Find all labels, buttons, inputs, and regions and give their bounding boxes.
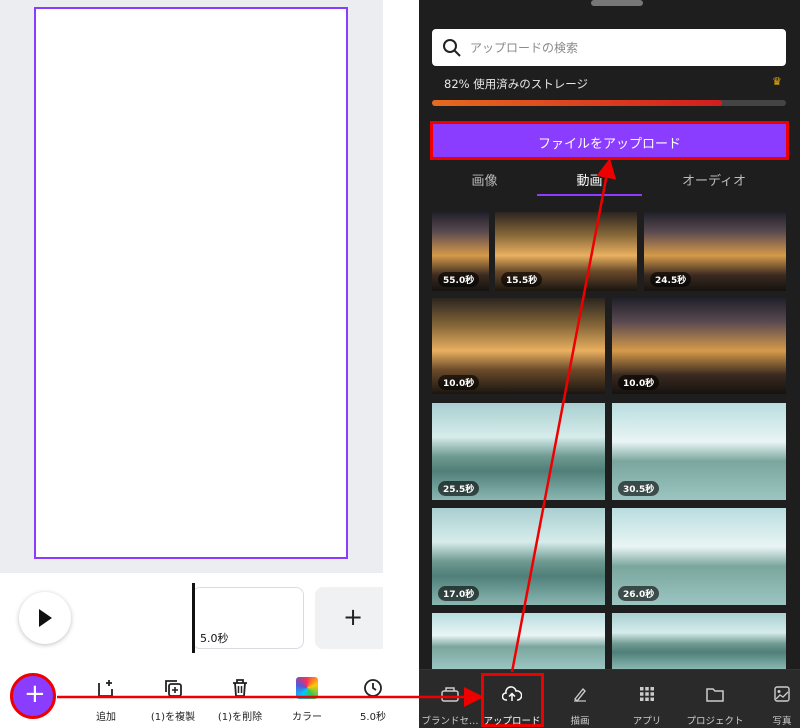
arrow-to-upload-button (510, 158, 617, 673)
annotation-arrows (57, 158, 617, 707)
